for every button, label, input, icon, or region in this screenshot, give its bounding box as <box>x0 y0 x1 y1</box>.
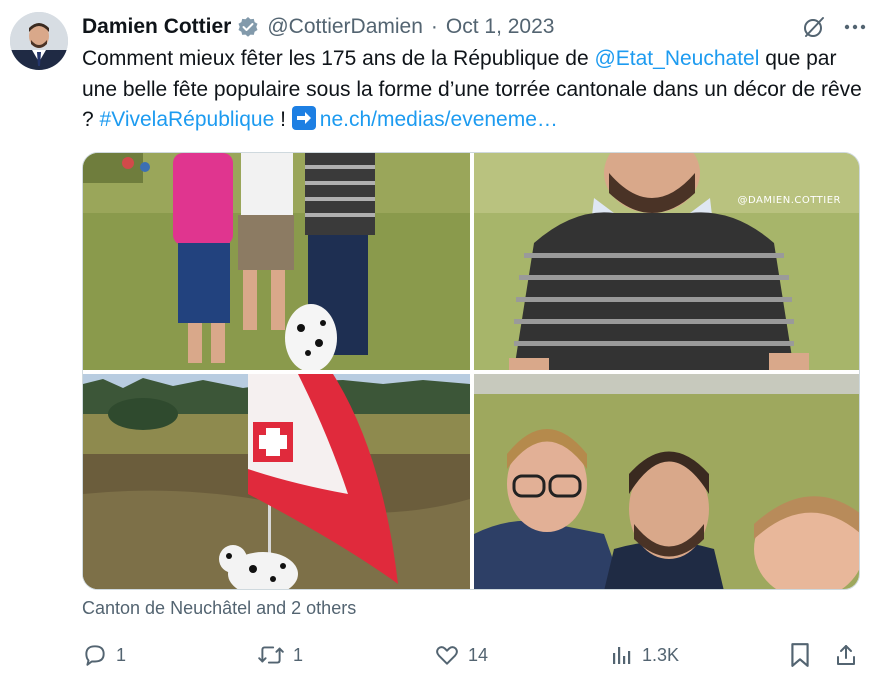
repost-icon <box>258 646 284 664</box>
analytics-icon <box>613 647 631 664</box>
tweet-text: Comment mieux fêter les 175 ans de la Ré… <box>82 44 866 136</box>
location-label[interactable]: Canton de Neuchâtel and 2 others <box>82 598 356 619</box>
mention-link[interactable]: @Etat_Neuchatel <box>594 47 759 70</box>
views-button[interactable]: 1.3K <box>610 640 679 670</box>
action-bar: 1 1 14 1.3K <box>82 640 860 670</box>
text-part-3: ! <box>274 108 292 131</box>
hashtag-link[interactable]: #VivelaRépublique <box>100 108 275 131</box>
text-part-1: Comment mieux fêter les 175 ans de la Ré… <box>82 47 595 70</box>
avatar[interactable] <box>10 12 68 70</box>
verified-badge-icon <box>237 16 259 38</box>
more-options-icon[interactable] <box>844 24 866 30</box>
photo-group-selfie[interactable] <box>474 374 859 589</box>
like-count: 14 <box>468 644 489 665</box>
date-separator: · <box>430 15 438 38</box>
bookmark-icon <box>791 643 809 667</box>
photo-group-with-dalmatian[interactable] <box>83 153 470 370</box>
reply-button[interactable]: 1 <box>82 640 126 670</box>
share-icon <box>837 645 855 665</box>
author-name[interactable]: Damien Cottier <box>82 15 231 39</box>
view-count: 1.3K <box>642 644 680 665</box>
photo-man-striped-shirt[interactable]: @DAMIEN.COTTIER <box>474 153 859 370</box>
author-handle[interactable]: @CottierDamien <box>267 15 423 39</box>
photo-neuchatel-flag-meadow[interactable] <box>83 374 470 589</box>
reply-count: 1 <box>116 644 127 665</box>
media-grid: @DAMIEN.COTTIER <box>82 152 860 590</box>
heart-icon <box>436 646 458 665</box>
like-button[interactable]: 14 <box>434 640 488 670</box>
repost-button[interactable]: 1 <box>257 640 303 670</box>
external-link[interactable]: ne.ch/medias/eveneme… <box>320 108 558 131</box>
repost-count: 1 <box>293 644 304 665</box>
grok-icon[interactable] <box>802 15 826 39</box>
reply-icon <box>85 645 105 666</box>
bookmark-button[interactable] <box>789 640 811 670</box>
share-button[interactable] <box>834 640 858 670</box>
right-arrow-emoji-icon <box>291 106 316 130</box>
tweet-header: Damien Cottier @CottierDamien · Oct 1, 2… <box>82 12 866 42</box>
photo-watermark: @DAMIEN.COTTIER <box>737 195 841 206</box>
post-date[interactable]: Oct 1, 2023 <box>446 15 555 39</box>
